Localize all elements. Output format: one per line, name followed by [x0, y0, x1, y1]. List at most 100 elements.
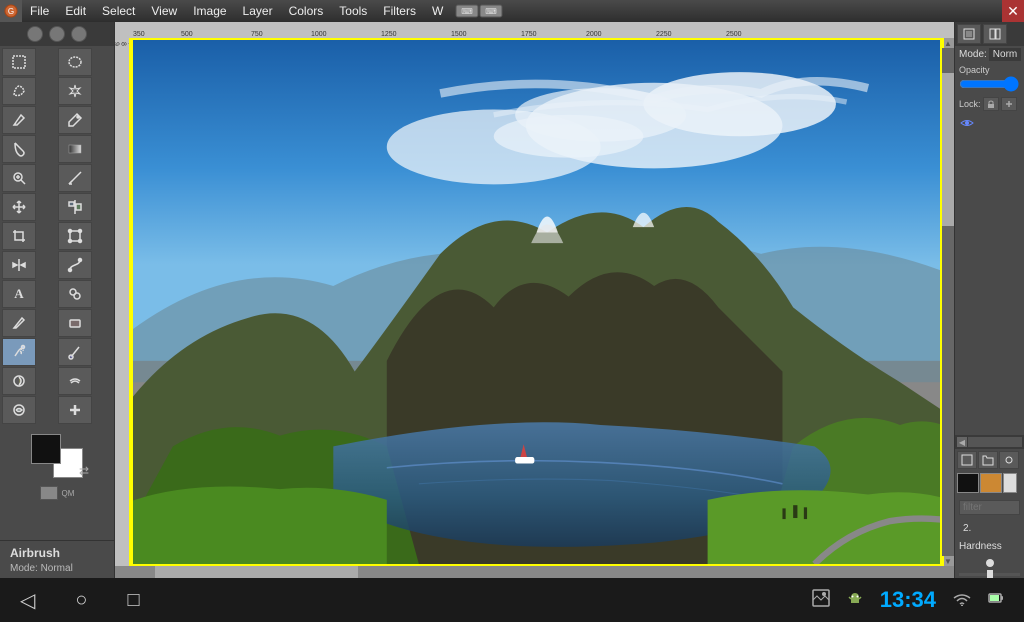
quick-mask[interactable] — [40, 486, 58, 500]
svg-text:⌨: ⌨ — [486, 7, 498, 16]
canvas-row: 1 2 3 4 5 6 7 8 9 10 11 12 13 14 15 — [115, 38, 954, 566]
fuzzy-select-tool[interactable] — [58, 77, 92, 105]
toolbar-circle-2 — [49, 26, 65, 42]
settings-btn[interactable] — [999, 451, 1019, 469]
ink-tool[interactable] — [58, 338, 92, 366]
menu-image[interactable]: Image — [185, 2, 234, 20]
opacity-label: Opacity — [959, 65, 1020, 75]
bg-swatch[interactable] — [980, 473, 1002, 493]
align-tool[interactable] — [58, 193, 92, 221]
svg-text:G: G — [8, 7, 14, 16]
status-icons: 13:34 — [812, 587, 1004, 613]
bucket-fill-tool[interactable] — [2, 135, 36, 163]
nav-buttons: ◁ ○ □ — [20, 588, 140, 613]
toolbar: A — [0, 22, 115, 578]
foreground-color[interactable] — [31, 434, 61, 464]
vertical-scrollbar[interactable]: ▲ ▼ — [942, 38, 954, 566]
home-button[interactable]: ○ — [75, 589, 87, 612]
brush-name-label: 2. Hardness — [959, 522, 1006, 553]
panel-icon-2[interactable] — [983, 24, 1007, 44]
close-button[interactable]: ✕ — [1002, 0, 1024, 22]
filter-input[interactable] — [959, 500, 1020, 515]
move-tool[interactable] — [2, 193, 36, 221]
clone-tool[interactable] — [58, 280, 92, 308]
menu-layer[interactable]: Layer — [235, 2, 281, 20]
mode-value: Norm — [989, 48, 1021, 61]
recent-apps-button[interactable]: □ — [127, 589, 139, 612]
paths-tool[interactable] — [58, 251, 92, 279]
crop-tool[interactable] — [2, 222, 36, 250]
free-select-tool[interactable] — [2, 77, 36, 105]
wifi-icon — [952, 590, 972, 611]
hardness-slider-thumb[interactable] — [987, 570, 993, 578]
android-mascot-icon — [846, 589, 864, 612]
visibility-row — [955, 113, 1024, 133]
blend-tool[interactable] — [58, 135, 92, 163]
scroll-controls: ◀ — [955, 435, 1024, 449]
lock-alpha-btn[interactable] — [983, 97, 999, 111]
menu-select[interactable]: Select — [94, 2, 143, 20]
zoom-tool[interactable] — [2, 164, 36, 192]
menu-tools[interactable]: Tools — [331, 2, 375, 20]
quick-mask-label: QM — [62, 489, 75, 498]
clock-display: 13:34 — [880, 587, 936, 613]
menu-edit[interactable]: Edit — [57, 2, 94, 20]
back-button[interactable]: ◁ — [20, 588, 35, 613]
android-navbar: ◁ ○ □ 13:34 — [0, 578, 1024, 622]
brush-preview — [955, 555, 1024, 571]
lock-row: Lock: — [955, 95, 1024, 113]
panel-control-buttons — [955, 449, 1024, 471]
ellipse-select-tool[interactable] — [58, 48, 92, 76]
menu-bar: G File Edit Select View Image Layer Colo… — [0, 0, 1024, 22]
toolbar-circle-1 — [27, 26, 43, 42]
canvas-area: 350 500 750 1000 1250 1500 1750 2000 225… — [115, 22, 954, 578]
open-folder-btn[interactable] — [978, 451, 998, 469]
battery-icon — [988, 590, 1004, 611]
airbrush-tool[interactable] — [2, 338, 36, 366]
layer-visibility-icon[interactable] — [959, 115, 975, 131]
rectangle-select-tool[interactable] — [2, 48, 36, 76]
swap-colors[interactable]: ⇄ — [79, 464, 89, 478]
flip-tool[interactable] — [2, 251, 36, 279]
opacity-row: Opacity — [955, 63, 1024, 95]
smudge-tool[interactable] — [58, 367, 92, 395]
ruler-top: 350 500 750 1000 1250 1500 1750 2000 225… — [115, 22, 954, 38]
dodge-burn-tool[interactable] — [2, 367, 36, 395]
lock-position-btn[interactable] — [1001, 97, 1017, 111]
tools-grid: A — [0, 46, 114, 426]
canvas-viewport[interactable] — [131, 38, 942, 566]
tool-mode-label: Mode: Normal — [4, 562, 110, 575]
extra-swatch[interactable] — [1003, 473, 1017, 493]
new-layer-btn[interactable] — [957, 451, 977, 469]
color-area: ⇄ QM — [0, 426, 114, 506]
menu-filters[interactable]: Filters — [375, 2, 424, 20]
eraser-tool[interactable] — [58, 309, 92, 337]
active-tool-label: Airbrush — [4, 544, 110, 562]
heal-tool[interactable] — [58, 396, 92, 424]
filter-row — [955, 495, 1024, 517]
toolbar-circle-3 — [71, 26, 87, 42]
right-panel: Mode: Norm Opacity Lock: — [954, 22, 1024, 578]
brush-name-row: 2. Hardness — [955, 517, 1024, 555]
text-tool[interactable]: A — [2, 280, 36, 308]
pencil-tool[interactable] — [2, 309, 36, 337]
color-picker-tool[interactable] — [58, 106, 92, 134]
scroll-left-btn[interactable]: ◀ — [957, 437, 967, 447]
toolbar-top — [0, 22, 114, 46]
panel-icon-1[interactable] — [957, 24, 981, 44]
menu-file[interactable]: File — [22, 2, 57, 20]
fg-swatch[interactable] — [957, 473, 979, 493]
convolve-tool[interactable] — [2, 396, 36, 424]
horizontal-scrollbar[interactable] — [131, 566, 942, 578]
menu-w[interactable]: W — [424, 2, 451, 20]
mode-label: Mode: — [959, 49, 987, 60]
opacity-slider[interactable] — [959, 80, 1019, 88]
lock-label: Lock: — [959, 99, 981, 109]
paint-tool[interactable] — [2, 106, 36, 134]
measure-tool[interactable] — [58, 164, 92, 192]
mode-display: Mode: Norm — [955, 46, 1024, 63]
menu-colors[interactable]: Colors — [281, 2, 332, 20]
transform-tool[interactable] — [58, 222, 92, 250]
hardness-row — [955, 571, 1024, 578]
menu-view[interactable]: View — [143, 2, 185, 20]
